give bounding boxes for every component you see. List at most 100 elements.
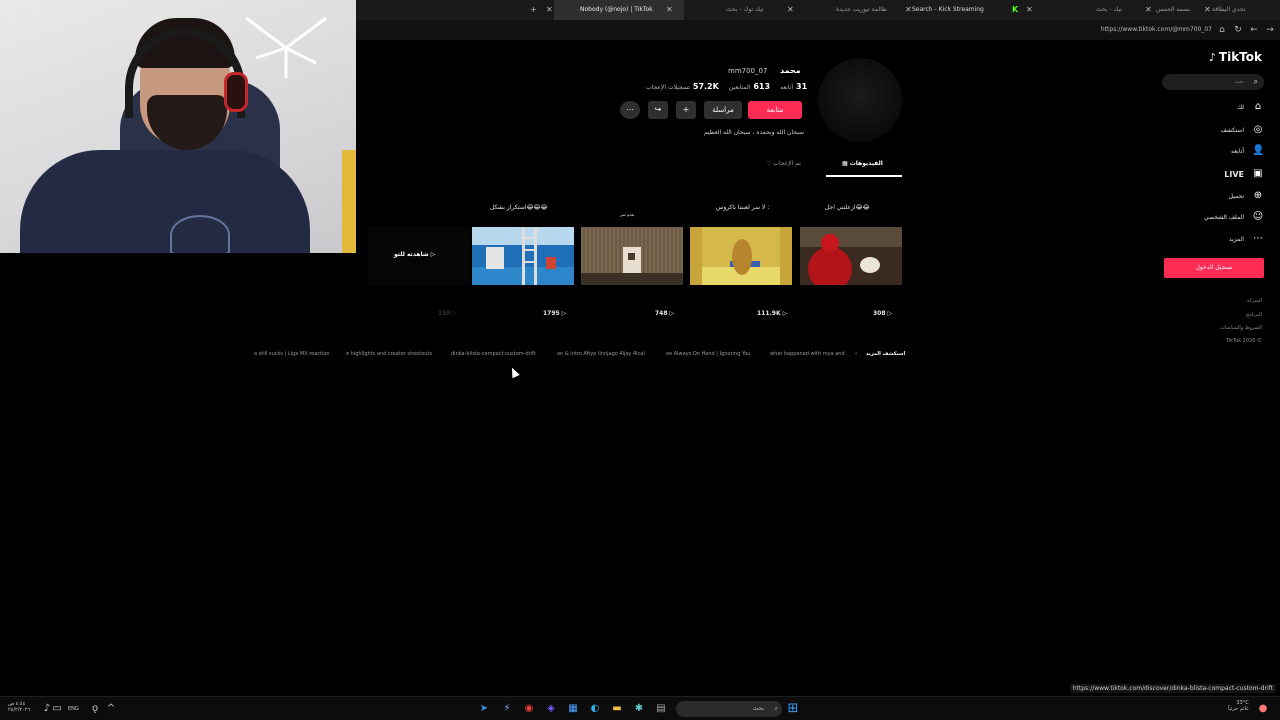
language-indicator[interactable]: ENG [68,706,79,712]
profile-username: mm700_07 [728,67,768,75]
video-view-count: 748 ▷ [655,310,675,317]
tab-close-icon[interactable]: ✕ [1204,0,1211,20]
more-icon: ⋯ [1253,233,1263,244]
search-icon: ⌕ [774,705,778,712]
browser-tabbar: + ✕ Nobody (@nojo) | TikTok ✕ تيك توك - … [356,0,1280,20]
play-icon: ▷ [669,310,675,317]
tab-kick[interactable]: Search - Kick Streaming [912,0,992,20]
video-view-count: 111.9K ▷ [757,310,788,317]
tab-videos[interactable]: ▦ الفيديوهات [842,160,883,167]
steam-icon[interactable]: ➤ [477,702,491,716]
video-thumbnail[interactable] [581,227,683,285]
app-icon[interactable]: ⚡ [500,702,514,716]
sidebar-item-upload[interactable]: تحميل ⊕ [1229,189,1264,203]
footer-link-company[interactable]: الشركة [1247,298,1262,304]
wall-lamp-graphic [245,16,327,78]
edge-icon[interactable]: ◐ [588,702,602,716]
folder-icon[interactable]: ▬ [610,702,624,716]
tab-search[interactable]: تيك توك - بحث [726,0,786,20]
discord-icon[interactable]: ◈ [544,702,558,716]
profile-display-name: محمد [780,66,801,75]
sidebar-item-explore[interactable]: استكشف ◎ [1221,123,1264,137]
footer-link-terms[interactable]: الشروط والسياسات [1220,325,1262,331]
login-button[interactable]: تسجيل الدخول [1164,258,1264,278]
follow-button[interactable]: متابعة [748,101,802,119]
tab-close-icon[interactable]: ✕ [546,0,553,20]
chrome-icon[interactable]: ◉ [522,702,536,716]
stat-likes: 57.2Kتسجيلات الإعجاب [646,82,719,91]
discover-item[interactable]: ee Always On Hand | Ignoring You [666,351,750,357]
tiktok-logo[interactable]: ♪ TikTok [1207,50,1262,64]
ladder-thumbnail-graphic [472,227,574,285]
tab-other[interactable]: بسمه الحمس [1156,0,1206,20]
upload-icon: ⊕ [1253,190,1263,201]
chevron-left-icon[interactable]: ‹ [855,351,857,357]
sidebar-item-label: المزيد [1228,235,1244,243]
webcam-overlay [0,0,356,253]
tab-close-icon[interactable]: ✕ [905,0,912,20]
discover-item[interactable]: dinka-blista-compact-custom-drift [451,351,536,357]
play-icon: ▷ [561,310,567,317]
reload-icon[interactable]: ↻ [1232,24,1244,36]
home-icon[interactable]: ⌂ [1216,24,1228,36]
windows-start-icon[interactable]: ⊞ [786,702,800,716]
tab-youtube[interactable]: ظالمة تيوريب جديدة [836,0,896,20]
tab-search-2[interactable]: تيك - بحث [1096,0,1140,20]
more-icon: ⋯ [626,105,634,114]
home-icon: ⌂ [1254,101,1262,112]
network-icon[interactable]: ▭ [50,702,64,716]
video-thumbnail[interactable] [472,227,574,285]
chevron-up-icon[interactable]: ^ [104,702,118,716]
profile-bio: سبحان الله وبحمده ، سبحان الله العظيم [704,129,804,136]
background-wall-accent [342,150,356,253]
tab-liked[interactable]: ♡ تم الإعجاب [766,160,801,167]
headset-earcup [224,72,248,112]
live-icon: ▣ [1253,168,1263,179]
app-icon[interactable]: ✱ [632,702,646,716]
tab-close-icon[interactable]: ✕ [1145,0,1152,20]
sidebar-item-more[interactable]: المزيد ⋯ [1229,232,1264,246]
sidebar-item-following[interactable]: أتابعه 👤 [1231,144,1264,158]
tab-close-icon[interactable]: ✕ [787,0,794,20]
microphone-icon[interactable]: ǫ [88,702,102,716]
video-thumbnail[interactable] [690,227,792,285]
search-icon[interactable]: ⌕ [1248,77,1258,87]
discover-item[interactable]: on & intro Aftyp ilnnjago 4ljay 4lcal [557,351,645,357]
sidebar-item-label: أتابعه [1231,147,1244,155]
discover-item[interactable]: what happened with mya and [770,351,845,357]
message-button[interactable]: مراسلة [704,101,742,119]
watched-label: شاهدته للتو ▷ [394,251,436,258]
taskbar-clock[interactable]: ٤:٤٤ ص ٢٨/٢/٢٠٢٦ [8,701,30,713]
add-friend-button[interactable]: + [676,101,696,119]
discover-item[interactable]: e highlights and creator shootouts [346,351,432,357]
avatar[interactable] [818,58,902,142]
video-caption: لا سر لعبتنا باكروس : [716,204,770,211]
address-bar[interactable]: https://www.tiktok.com/@mm700_07 → ← ↻ ⌂ [356,20,1280,40]
share-button[interactable]: ↪ [648,101,668,119]
sidebar-item-live[interactable]: LIVE ▣ [1224,167,1264,181]
url-text[interactable]: https://www.tiktok.com/@mm700_07 [1101,20,1212,40]
weather-widget[interactable]: 33°C غائم جزئياً [1228,700,1249,712]
tab-card[interactable]: تحدي البطاقة [1212,0,1272,20]
tab-close-icon[interactable]: ✕ [666,0,673,20]
more-options-button[interactable]: ⋯ [620,101,640,119]
sidebar-item-profile[interactable]: الملف الشخصي ☺ [1204,210,1264,224]
back-arrow-icon[interactable]: ← [1248,24,1260,36]
taskbar-search[interactable]: بحث ⌕ [676,701,782,717]
sidebar-item-foryou[interactable]: لك ⌂ [1237,100,1264,114]
tab-tiktok-profile[interactable]: Nobody (@nojo) | TikTok [554,0,684,20]
tab-close-icon[interactable]: ✕ [1026,0,1033,20]
sidebar-item-label: تحميل [1228,192,1244,200]
video-thumbnail[interactable] [800,227,902,285]
tiktok-note-icon: ♪ [1208,51,1216,64]
app-icon[interactable]: ▤ [654,702,668,716]
footer-link-program[interactable]: البرنامج [1246,312,1262,318]
share-icon: ↪ [654,105,662,114]
play-icon: ▷ [430,251,436,258]
new-tab-button[interactable]: + [530,0,537,20]
calendar-icon[interactable]: ▦ [566,702,580,716]
forward-arrow-icon[interactable]: → [1264,24,1276,36]
discover-item[interactable]: a still sucks | Liga MX reaction [254,351,330,357]
search-input[interactable]: بحث ⌕ [1162,74,1264,90]
video-caption: ازعلتني اجل😂😂 [825,204,870,211]
